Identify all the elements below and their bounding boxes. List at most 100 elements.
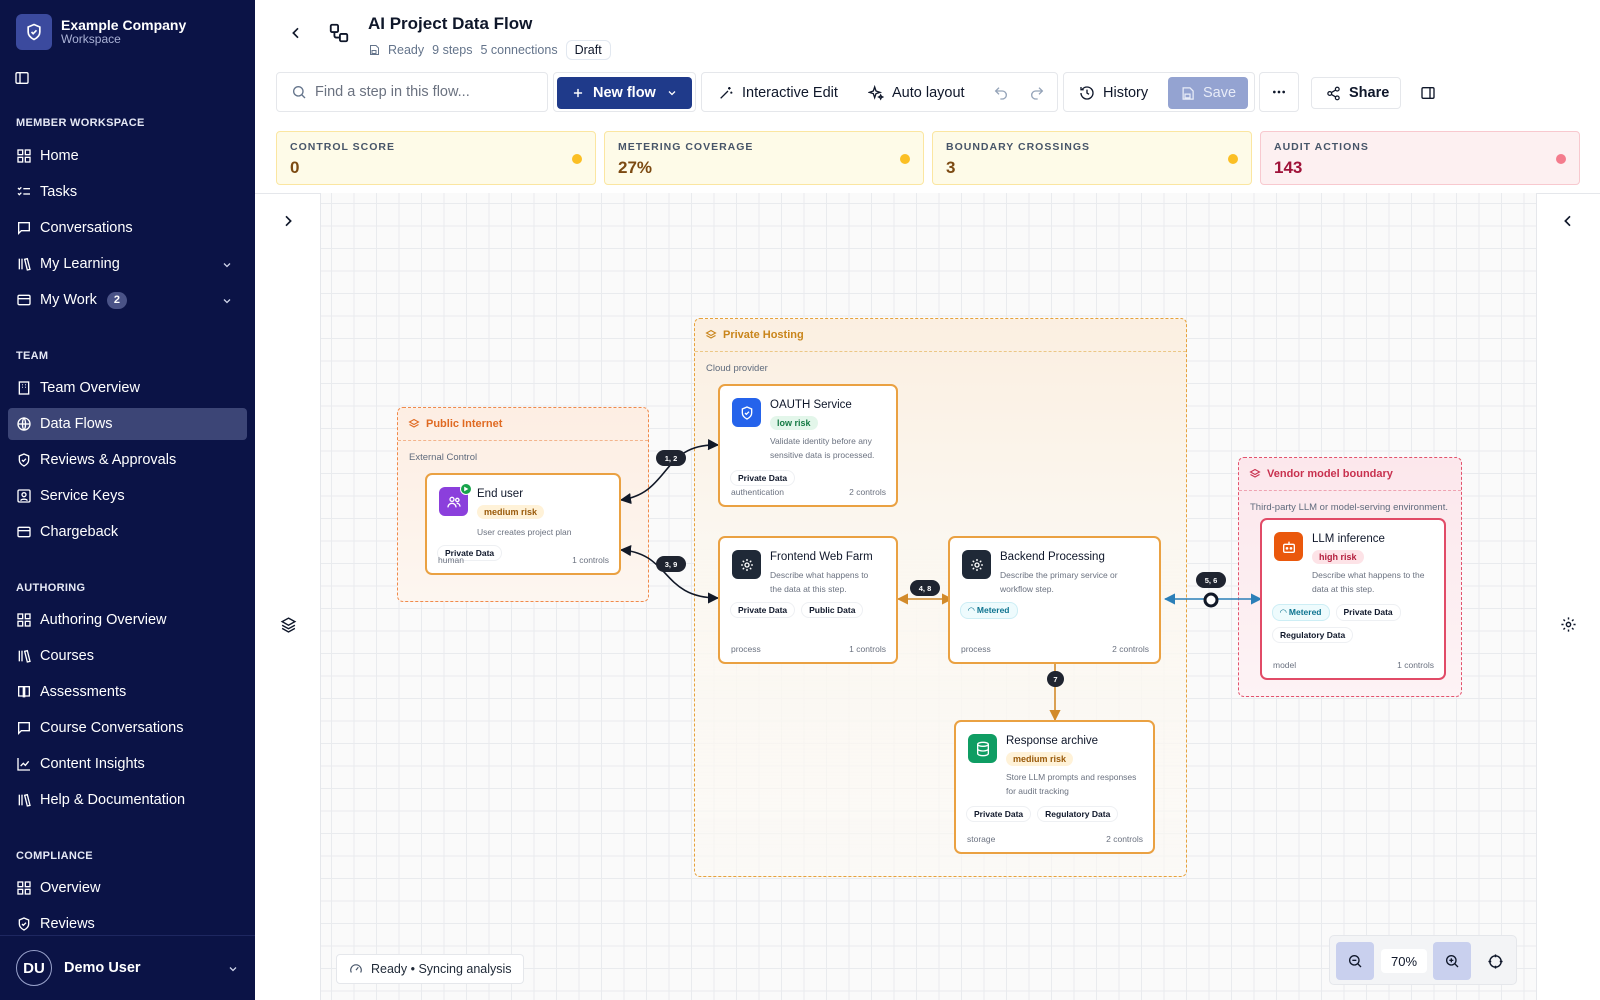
bot-icon [1274, 532, 1303, 561]
node-backend-processing[interactable]: Backend Processing Describe the primary … [948, 536, 1161, 664]
node-description-line: sensitive data is processed. [770, 450, 875, 460]
sidebar-item-assessments[interactable]: Assessments [8, 676, 247, 708]
fit-view-button[interactable] [1476, 942, 1514, 980]
sidebar-item-home[interactable]: Home [8, 140, 247, 172]
sidebar-item-compliance-overview[interactable]: Overview [8, 872, 247, 904]
node-title: Response archive [1006, 735, 1099, 747]
save-label: Save [1203, 85, 1237, 101]
interactive-edit-button[interactable]: Interactive Edit [718, 77, 838, 109]
edge-label[interactable]: 5, 6 [1196, 572, 1226, 588]
sidebar-item-label: Reviews & Approvals [40, 452, 177, 468]
grid-icon [17, 149, 31, 163]
section-authoring: AUTHORING [16, 582, 86, 594]
book-check-icon [18, 686, 30, 698]
search-icon [293, 86, 306, 99]
sidebar-item-course-conversations[interactable]: Course Conversations [8, 712, 247, 744]
new-flow-button[interactable]: New flow [557, 77, 692, 109]
node-description-line: for audit tracking [1006, 786, 1069, 796]
flow-canvas[interactable]: Public Internet External Control Private… [320, 193, 1537, 1000]
chevron-down-icon[interactable] [221, 259, 233, 271]
node-oauth-service[interactable]: OAUTH Service low risk Validate identity… [718, 384, 898, 507]
sidebar-item-label: Overview [40, 880, 101, 896]
node-response-archive[interactable]: Response archive medium risk Store LLM p… [954, 720, 1155, 854]
user-menu[interactable]: DU Demo User [0, 935, 255, 1000]
node-llm-inference[interactable]: LLM inference high risk Describe what ha… [1260, 518, 1446, 680]
sidebar-item-courses[interactable]: Courses [8, 640, 247, 672]
edge-handle[interactable] [1203, 592, 1219, 608]
node-description: Store LLM prompts and responses for audit… [1006, 770, 1136, 798]
key-box-icon [17, 489, 31, 503]
search-input[interactable] [315, 84, 535, 100]
edge-label[interactable]: 1, 2 [656, 450, 686, 466]
node-description-line: Describe what happens to the [1312, 570, 1425, 580]
zoom-in-button[interactable] [1433, 942, 1471, 980]
sidebar-item-my-work[interactable]: My Work 2 [8, 284, 247, 316]
sidebar-item-team-overview[interactable]: Team Overview [8, 372, 247, 404]
sidebar-item-help-documentation[interactable]: Help & Documentation [8, 784, 247, 816]
back-arrow-icon[interactable] [288, 25, 304, 41]
history-button[interactable]: History [1079, 77, 1148, 109]
metric-metering-coverage: METERING COVERAGE 27% [604, 131, 924, 185]
settings-gear-icon[interactable] [1560, 616, 1578, 634]
undo-icon [994, 87, 1007, 100]
sidebar-item-chargeback[interactable]: Chargeback [8, 516, 247, 548]
sidebar-item-data-flows[interactable]: Data Flows [8, 408, 247, 440]
sidebar-item-my-learning[interactable]: My Learning [8, 248, 247, 280]
sidebar-item-label: Tasks [40, 184, 78, 200]
sidebar-item-content-insights[interactable]: Content Insights [8, 748, 247, 780]
chevron-down-icon [668, 91, 676, 96]
data-chip: Public Data [801, 602, 864, 618]
auto-layout-button[interactable]: Auto layout [868, 77, 965, 109]
node-controls: 1 controls [572, 555, 609, 565]
sidebar-item-reviews-approvals[interactable]: Reviews & Approvals [8, 444, 247, 476]
sidebar-item-label: Home [40, 148, 79, 164]
workspace-switcher[interactable]: Example Company Workspace [16, 14, 236, 50]
avatar: DU [16, 950, 52, 986]
edge-label[interactable]: 4, 8 [910, 580, 940, 596]
chevron-down-icon [229, 967, 237, 972]
node-frontend-web-farm[interactable]: Frontend Web Farm Describe what happens … [718, 536, 898, 664]
sidebar-item-conversations[interactable]: Conversations [8, 212, 247, 244]
section-member-workspace: MEMBER WORKSPACE [16, 117, 145, 129]
layers-icon[interactable] [280, 616, 298, 634]
metric-audit-actions: AUDIT ACTIONS 143 [1260, 131, 1580, 185]
panel-toggle-button[interactable] [1420, 77, 1436, 109]
chevron-left-icon[interactable] [1560, 213, 1578, 231]
more-button[interactable] [1259, 72, 1299, 112]
node-controls: 1 controls [1397, 660, 1434, 670]
company-name: Example Company [61, 17, 187, 34]
search-box[interactable] [276, 72, 548, 112]
node-controls: 2 controls [1112, 644, 1149, 654]
undo-button[interactable] [993, 77, 1009, 109]
node-description: Describe what happens to the data at this… [770, 568, 868, 596]
flow-meta: Ready 9 steps 5 connections Draft [368, 40, 611, 60]
shield-check-icon [18, 917, 30, 931]
zoom-out-button[interactable] [1336, 942, 1374, 980]
building-icon [18, 381, 30, 395]
workspace-label: Workspace [61, 32, 121, 47]
sidebar-item-label: Content Insights [40, 756, 145, 772]
save-button[interactable]: Save [1168, 77, 1248, 109]
risk-badge: medium risk [477, 505, 545, 519]
risk-badge: medium risk [1006, 752, 1074, 766]
edge-label[interactable]: 7 [1047, 671, 1064, 687]
node-description: User creates project plan [477, 527, 572, 537]
sidebar-item-label: Reviews [40, 916, 95, 932]
section-team: TEAM [16, 350, 49, 362]
data-chip: Private Data [730, 470, 796, 486]
sidebar-item-service-keys[interactable]: Service Keys [8, 480, 247, 512]
sidebar-toggle-icon[interactable] [14, 70, 32, 88]
history-icon [1080, 86, 1094, 100]
sidebar-item-authoring-overview[interactable]: Authoring Overview [8, 604, 247, 636]
workflow-icon [328, 22, 350, 44]
chevron-down-icon[interactable] [221, 295, 233, 307]
chevron-right-icon[interactable] [280, 213, 298, 231]
node-type: storage [967, 834, 996, 844]
share-button[interactable]: Share [1311, 77, 1401, 109]
node-end-user[interactable]: End user medium risk User creates projec… [425, 473, 621, 575]
magic-wand-icon [720, 87, 733, 99]
status-dot [900, 154, 910, 164]
redo-button[interactable] [1029, 77, 1045, 109]
edge-label[interactable]: 3, 9 [656, 556, 686, 572]
sidebar-item-tasks[interactable]: Tasks [8, 176, 247, 208]
